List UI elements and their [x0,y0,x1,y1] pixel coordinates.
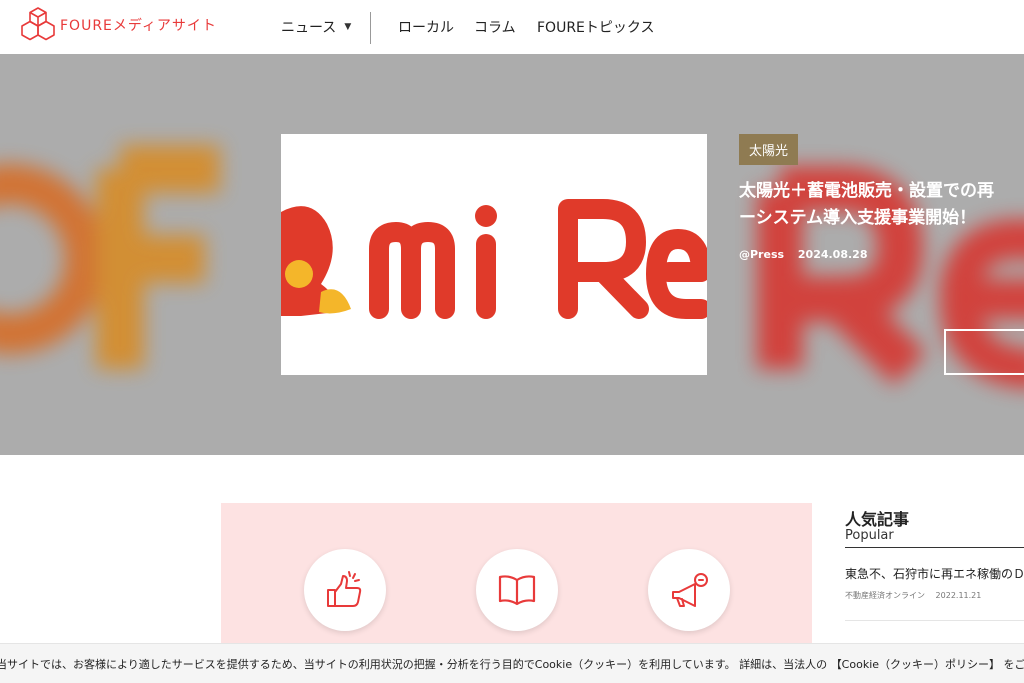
cookie-text: 当サイトでは、お客様により適したサービスを提供するため、当サイトの利用状況の把握… [0,656,1024,672]
hero-article-title[interactable]: 太陽光＋蓄電池販売・設置での再 ーシステム導入支援事業開始！ [739,178,1024,232]
nav-item-news[interactable]: ニュース ▼ [281,17,351,37]
feature-announce-button[interactable] [648,549,730,631]
hero-article-meta: @Press 2024.08.28 [739,248,867,261]
caret-down-icon: ▼ [344,22,352,32]
popular-article-link[interactable]: 東急不、石狩市に再エネ稼働のＤＣ [845,565,1024,582]
popular-heading: 人気記事 [845,510,910,529]
popular-date: 2022.11.21 [935,591,982,600]
megaphone-icon [672,573,708,607]
amire-logo-image [281,199,707,319]
hero-read-more-button[interactable] [944,329,1024,375]
hero-article-image[interactable] [281,134,707,375]
popular-subheading: Popular [845,528,894,543]
main-nav: ニュース ▼ [281,0,351,54]
logo-text: FOUREメディアサイト [60,18,217,34]
cookie-banner: 当サイトでは、お客様により適したサービスを提供するため、当サイトの利用状況の把握… [0,643,1024,683]
feature-read-button[interactable] [476,549,558,631]
category-tag[interactable]: 太陽光 [739,134,799,165]
cookie-message: 当サイトでは、お客様により適したサービスを提供するため、当サイトの利用状況の把握… [0,658,828,671]
cookie-policy-link[interactable]: 【Cookie（クッキー）ポリシー】 [831,658,1000,671]
cookie-tail: をご [1003,658,1024,671]
hero-carousel: 太陽光 太陽光＋蓄電池販売・設置での再 ーシステム導入支援事業開始！ @Pres… [0,54,1024,455]
feature-panel [221,503,812,643]
feature-recommend-button[interactable] [304,549,386,631]
nav-item-local[interactable]: ローカル [398,17,454,37]
hero-title-line-1: 太陽光＋蓄電池販売・設置での再 [739,181,994,201]
nav-item-column[interactable]: コラム [474,17,516,37]
nav-news-label: ニュース [281,20,337,36]
popular-separator [845,620,1024,621]
hero-date: 2024.08.28 [797,248,868,261]
popular-source: 不動産経済オンライン [845,591,925,600]
nav-divider [370,12,371,44]
hero-source: @Press [739,248,785,261]
popular-article-meta: 不動産経済オンライン 2022.11.21 [845,590,981,601]
cube-logo-icon [21,7,55,41]
site-logo[interactable]: FOUREメディアサイト [20,6,217,44]
site-header: FOUREメディアサイト ニュース ▼ ローカル コラム FOUREトピックス [0,0,1024,54]
nav-item-foure-topics[interactable]: FOUREトピックス [537,17,654,37]
popular-divider [845,547,1024,548]
hero-title-line-2: ーシステム導入支援事業開始！ [739,208,977,228]
thumbs-up-icon [327,571,362,607]
open-book-icon [498,575,536,606]
